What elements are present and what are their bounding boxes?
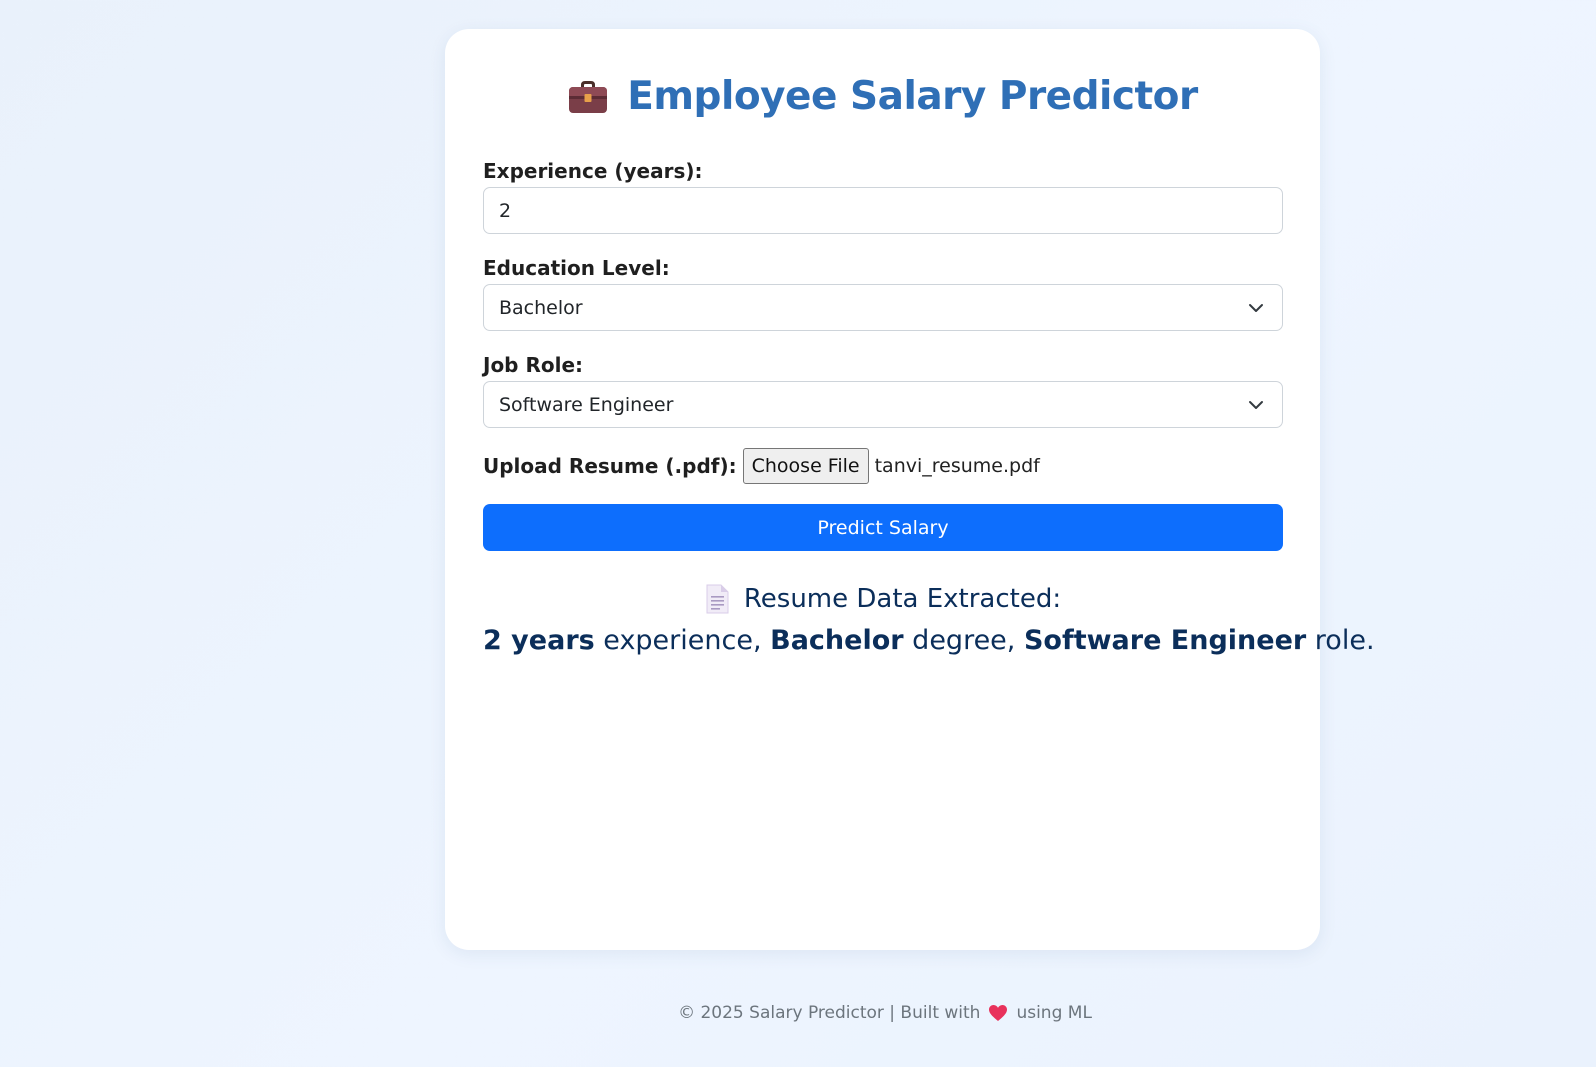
- result-experience-value: 2 years: [483, 625, 595, 656]
- education-select[interactable]: Bachelor: [483, 284, 1283, 331]
- education-selected-value: Bachelor: [499, 296, 583, 319]
- page-footer: © 2025 Salary Predictor | Built with usi…: [0, 1003, 1596, 1023]
- job-role-group: Job Role: Software Engineer: [483, 353, 1283, 428]
- choose-file-button[interactable]: Choose File: [742, 448, 869, 484]
- page-header: Employee Salary Predictor: [483, 71, 1282, 121]
- result-summary: 2 years experience, Bachelor degree, Sof…: [483, 623, 1375, 659]
- resume-upload-group: Upload Resume (.pdf): Choose File tanvi_…: [483, 448, 1282, 484]
- result-role-suffix: role.: [1306, 625, 1375, 656]
- briefcase-icon: [567, 75, 609, 117]
- result-role-value: Software Engineer: [1023, 625, 1307, 656]
- education-label: Education Level:: [483, 256, 670, 280]
- experience-label: Experience (years):: [483, 159, 703, 183]
- document-icon: [704, 584, 730, 614]
- result-heading-row: Resume Data Extracted:: [483, 581, 1282, 617]
- job-role-select[interactable]: Software Engineer: [483, 381, 1283, 428]
- predictor-card: Employee Salary Predictor Experience (ye…: [445, 29, 1375, 950]
- resume-label: Upload Resume (.pdf):: [483, 454, 737, 478]
- footer-text-after: using ML: [1016, 1003, 1092, 1023]
- selected-file-name: tanvi_resume.pdf: [874, 455, 1040, 477]
- result-education-suffix: degree,: [903, 625, 1024, 656]
- result-heading: Resume Data Extracted:: [743, 584, 1062, 614]
- predict-salary-button[interactable]: Predict Salary: [483, 504, 1283, 551]
- chevron-down-icon: [1249, 303, 1263, 312]
- job-role-label: Job Role:: [483, 353, 584, 377]
- heart-icon: [988, 1004, 1008, 1022]
- resume-result: Resume Data Extracted: 2 years experienc…: [483, 581, 1375, 659]
- chevron-down-icon: [1249, 400, 1263, 409]
- job-role-selected-value: Software Engineer: [499, 393, 674, 416]
- education-group: Education Level: Bachelor: [483, 256, 1283, 331]
- result-education-value: Bachelor: [770, 625, 904, 656]
- footer-text-before: © 2025 Salary Predictor | Built with: [678, 1003, 981, 1023]
- result-experience-suffix: experience,: [594, 625, 771, 656]
- page-title: Employee Salary Predictor: [627, 73, 1198, 119]
- experience-value: 2: [499, 199, 512, 222]
- experience-group: Experience (years): 2: [483, 159, 1283, 234]
- experience-input[interactable]: 2: [483, 187, 1283, 234]
